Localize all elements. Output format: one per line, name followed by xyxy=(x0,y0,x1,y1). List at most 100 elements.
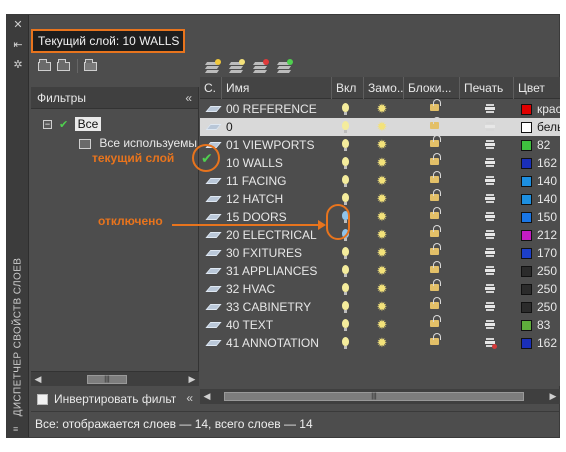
color-swatch[interactable] xyxy=(521,284,532,295)
column-plot[interactable]: Печать xyxy=(460,77,514,99)
layer-name[interactable]: 01 VIEWPORTS xyxy=(226,136,330,154)
printer-icon[interactable] xyxy=(485,230,495,240)
color-swatch[interactable] xyxy=(521,140,532,151)
color-value[interactable]: белый xyxy=(537,118,560,136)
lightbulb-icon[interactable] xyxy=(342,139,349,151)
padlock-icon[interactable] xyxy=(430,117,441,129)
filter-tree-hscrollbar[interactable]: ◀ ||| ▶ xyxy=(31,371,199,386)
color-value[interactable]: 162 xyxy=(537,154,557,172)
lightbulb-icon[interactable] xyxy=(342,157,349,169)
color-swatch[interactable] xyxy=(521,176,532,187)
color-value[interactable]: 140 xyxy=(537,190,557,208)
layer-name[interactable]: 31 APPLIANCES xyxy=(226,262,330,280)
padlock-icon[interactable] xyxy=(430,207,441,219)
sun-icon[interactable]: ✹ xyxy=(375,228,389,242)
properties-icon[interactable]: ✲ xyxy=(12,59,24,71)
layer-row[interactable]: 11 FACING ✹ 140 xyxy=(200,171,560,190)
new-layer-vp-frozen-icon[interactable] xyxy=(228,59,245,73)
layer-row[interactable]: 0 ✹ белый xyxy=(200,117,560,136)
color-value[interactable]: красный xyxy=(537,100,560,118)
sun-icon[interactable]: ✹ xyxy=(375,282,389,296)
layer-row[interactable]: 01 VIEWPORTS ✹ 82 xyxy=(200,135,560,154)
sun-icon[interactable]: ✹ xyxy=(375,138,389,152)
printer-icon[interactable] xyxy=(485,266,495,276)
padlock-icon[interactable] xyxy=(430,279,441,291)
scroll-thumb[interactable]: ||| xyxy=(87,375,127,384)
layer-row[interactable]: 20 ELECTRICAL ✹ 212 xyxy=(200,225,560,244)
layer-row[interactable]: 00 REFERENCE ✹ красный xyxy=(200,99,560,118)
color-value[interactable]: 250 xyxy=(537,280,557,298)
color-swatch[interactable] xyxy=(521,338,532,349)
new-layer-icon[interactable] xyxy=(204,59,221,73)
sun-icon[interactable]: ✹ xyxy=(375,264,389,278)
padlock-icon[interactable] xyxy=(430,297,441,309)
printer-icon[interactable] xyxy=(485,212,495,222)
printer-icon[interactable] xyxy=(485,104,495,114)
padlock-icon[interactable] xyxy=(430,225,441,237)
delete-layer-icon[interactable] xyxy=(252,59,269,73)
lightbulb-icon[interactable] xyxy=(342,265,349,277)
column-on[interactable]: Вкл xyxy=(332,77,364,99)
layer-row[interactable]: 12 HATCH ✹ 140 xyxy=(200,189,560,208)
autohide-icon[interactable]: ⇤ xyxy=(12,39,24,51)
layer-name[interactable]: 20 ELECTRICAL xyxy=(226,226,330,244)
sun-icon[interactable]: ✹ xyxy=(375,300,389,314)
sun-icon[interactable]: ✹ xyxy=(375,174,389,188)
collapse-tree-icon[interactable]: « xyxy=(186,391,193,405)
sun-icon[interactable]: ✹ xyxy=(375,102,389,116)
color-swatch[interactable] xyxy=(521,302,532,313)
printer-icon[interactable] xyxy=(485,302,495,312)
sun-icon[interactable]: ✹ xyxy=(375,192,389,206)
layer-row[interactable]: 31 APPLIANCES ✹ 250 xyxy=(200,261,560,280)
layer-row[interactable]: 32 HVAC ✹ 250 xyxy=(200,279,560,298)
layer-name[interactable]: 40 TEXT xyxy=(226,316,330,334)
layer-name[interactable]: 00 REFERENCE xyxy=(226,100,330,118)
layer-row[interactable]: 10 WALLS ✹ 162 xyxy=(200,153,560,172)
set-current-icon[interactable] xyxy=(276,59,293,73)
lightbulb-icon[interactable] xyxy=(342,319,349,331)
color-value[interactable]: 83 xyxy=(537,316,550,334)
color-value[interactable]: 250 xyxy=(537,298,557,316)
color-swatch[interactable] xyxy=(521,230,532,241)
padlock-icon[interactable] xyxy=(430,153,441,165)
close-icon[interactable]: ✕ xyxy=(12,19,24,31)
column-lock[interactable]: Блоки... xyxy=(404,77,460,99)
tree-item-used-layers[interactable]: Все используемые слои xyxy=(79,134,197,152)
scroll-right-icon[interactable]: ▶ xyxy=(185,372,199,387)
lightbulb-icon[interactable] xyxy=(342,337,349,349)
color-swatch[interactable] xyxy=(521,122,532,133)
grip-icon[interactable]: ≡ xyxy=(13,425,25,434)
color-value[interactable]: 140 xyxy=(537,172,557,190)
collapse-icon[interactable]: « xyxy=(185,91,192,105)
lightbulb-icon[interactable] xyxy=(342,193,349,205)
printer-icon[interactable] xyxy=(485,176,495,186)
scroll-thumb[interactable]: ||| xyxy=(224,392,524,401)
printer-icon[interactable] xyxy=(485,194,495,204)
scroll-left-icon[interactable]: ◀ xyxy=(200,389,214,404)
lightbulb-icon[interactable] xyxy=(342,103,349,115)
layer-name[interactable]: 11 FACING xyxy=(226,172,330,190)
layer-name[interactable]: 41 ANNOTATION xyxy=(226,334,330,352)
color-swatch[interactable] xyxy=(521,158,532,169)
layer-states-manager-icon[interactable] xyxy=(83,59,99,73)
layer-row[interactable]: 41 ANNOTATION ✹ 162 xyxy=(200,333,560,352)
padlock-icon[interactable] xyxy=(430,261,441,273)
padlock-icon[interactable] xyxy=(430,243,441,255)
layer-list-hscrollbar[interactable]: ◀ ||| ▶ xyxy=(200,389,560,404)
color-swatch[interactable] xyxy=(521,248,532,259)
padlock-icon[interactable] xyxy=(430,189,441,201)
padlock-icon[interactable] xyxy=(430,333,441,345)
layer-name[interactable]: 12 HATCH xyxy=(226,190,330,208)
new-property-filter-icon[interactable] xyxy=(37,59,53,73)
color-value[interactable]: 162 xyxy=(537,334,557,352)
color-swatch[interactable] xyxy=(521,194,532,205)
lightbulb-icon[interactable] xyxy=(342,121,349,133)
color-value[interactable]: 82 xyxy=(537,136,550,154)
sun-icon[interactable]: ✹ xyxy=(375,246,389,260)
printer-icon[interactable] xyxy=(485,122,495,132)
color-value[interactable]: 170 xyxy=(537,244,557,262)
color-value[interactable]: 212 xyxy=(537,226,557,244)
color-value[interactable]: 150 xyxy=(537,208,557,226)
printer-icon[interactable] xyxy=(485,158,495,168)
sun-icon[interactable]: ✹ xyxy=(375,336,389,350)
